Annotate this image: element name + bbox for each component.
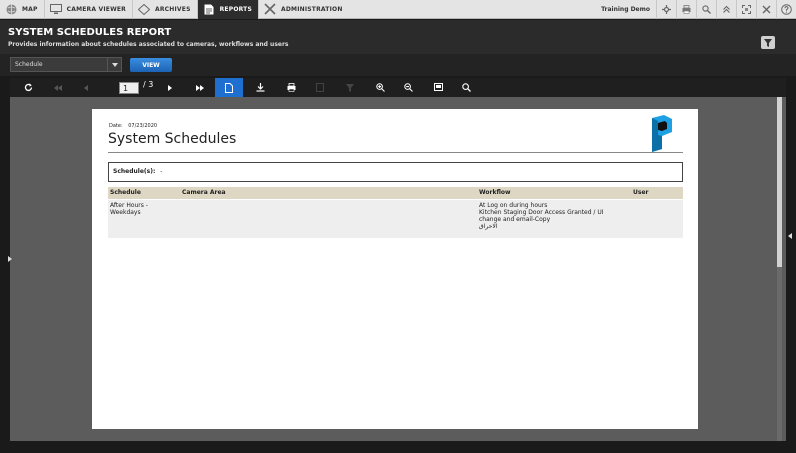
report-page: Date: 07/23/2020 System Schedules Schedu… [92, 109, 698, 429]
top-nav: MAP CAMERA VIEWER ARCHIVES REPORTS ADMIN… [0, 0, 796, 19]
site-name: Training Demo [601, 6, 650, 13]
monitor-icon [49, 3, 62, 15]
page-title: SYSTEM SCHEDULES REPORT [8, 27, 172, 38]
schedules-label: Schedule(s): [113, 168, 156, 175]
schedules-summary: Schedule(s): - [108, 162, 683, 182]
workflow-line-2: Kitchen Staging Door Access Granted / UI [479, 209, 604, 216]
tab-map[interactable]: MAP [0, 0, 45, 19]
date-label: Date: [109, 123, 123, 129]
tab-reports[interactable]: REPORTS [197, 0, 259, 19]
help-icon[interactable] [776, 0, 796, 19]
print-icon[interactable] [676, 0, 696, 19]
report-controls: Schedule VIEW [0, 54, 796, 76]
globe-icon [5, 3, 17, 15]
settings-icon[interactable] [656, 0, 676, 19]
next-page-icon[interactable] [160, 78, 180, 97]
single-page-icon[interactable] [215, 78, 243, 97]
table-row: After Hours - Weekdays At Log on during … [108, 200, 683, 238]
tab-administration[interactable]: ADMINISTRATION [259, 0, 349, 19]
tab-administration-label: ADMINISTRATION [281, 5, 343, 13]
report-type-select[interactable]: Schedule [10, 57, 122, 72]
print-report-icon[interactable] [281, 78, 301, 97]
tools-icon [264, 3, 276, 15]
expand-left-icon[interactable] [8, 256, 12, 262]
fit-page-icon[interactable] [428, 78, 448, 97]
document-map-icon[interactable] [310, 78, 330, 97]
filter-icon [764, 38, 772, 47]
schedules-value: - [160, 168, 163, 175]
chevron-down-icon [107, 58, 121, 71]
fullscreen-icon[interactable] [736, 0, 756, 19]
expand-right-icon[interactable] [788, 233, 792, 239]
page-description: Provides information about schedules ass… [8, 41, 289, 48]
date-value: 07/23/2020 [128, 123, 158, 129]
report-header: SYSTEM SCHEDULES REPORT Provides informa… [0, 20, 796, 54]
tab-archives-label: ARCHIVES [155, 5, 191, 13]
export-icon[interactable] [250, 78, 270, 97]
collapse-up-icon[interactable] [716, 0, 736, 19]
workflow-line-3: change and email-Copy [479, 216, 551, 223]
tab-archives[interactable]: ARCHIVES [133, 0, 198, 19]
workflow-line-4: الاحراق [479, 223, 498, 230]
report-viewer: Date: 07/23/2020 System Schedules Schedu… [10, 97, 786, 441]
first-page-icon[interactable] [48, 78, 68, 97]
report-title: System Schedules [108, 131, 237, 147]
col-user: User [633, 189, 649, 196]
tools-icon-right[interactable] [756, 0, 776, 19]
page-number-input[interactable]: 1 [119, 82, 139, 94]
prev-page-icon[interactable] [76, 78, 96, 97]
tab-camera-viewer[interactable]: CAMERA VIEWER [45, 0, 134, 19]
table-header: Schedule Camera Area Workflow User [108, 187, 683, 199]
search-icon[interactable] [696, 0, 716, 19]
viewer-toolbar: 1 / 3 [10, 78, 786, 97]
report-type-value: Schedule [15, 61, 43, 68]
cell-schedule: After Hours - Weekdays [110, 202, 148, 216]
zoom-out-icon[interactable] [398, 78, 418, 97]
col-camera-area: Camera Area [182, 189, 226, 196]
nav-right: Training Demo [601, 0, 796, 19]
scrollbar-thumb[interactable] [777, 97, 782, 267]
schedule-line-1: After Hours - [110, 202, 148, 209]
title-divider [108, 152, 683, 153]
archive-icon [138, 3, 151, 15]
company-logo [652, 115, 672, 152]
cell-workflow: At Log on during hours Kitchen Staging D… [479, 202, 604, 230]
col-workflow: Workflow [479, 189, 511, 196]
tab-map-label: MAP [22, 5, 38, 13]
page-total: / 3 [143, 80, 154, 89]
viewer-scrollbar[interactable] [777, 97, 782, 441]
last-page-icon[interactable] [190, 78, 210, 97]
tab-camera-viewer-label: CAMERA VIEWER [66, 5, 127, 13]
view-button[interactable]: VIEW [130, 58, 172, 72]
zoom-in-icon[interactable] [370, 78, 390, 97]
report-icon [203, 3, 215, 15]
report-filter-icon[interactable] [340, 78, 360, 97]
report-date: Date: 07/23/2020 [109, 123, 157, 129]
filter-button[interactable] [761, 36, 775, 49]
refresh-icon[interactable] [18, 78, 38, 97]
tab-reports-label: REPORTS [219, 5, 252, 13]
schedule-line-2: Weekdays [110, 209, 141, 216]
col-schedule: Schedule [110, 189, 141, 196]
find-icon[interactable] [456, 78, 476, 97]
workflow-line-1: At Log on during hours [479, 202, 548, 209]
